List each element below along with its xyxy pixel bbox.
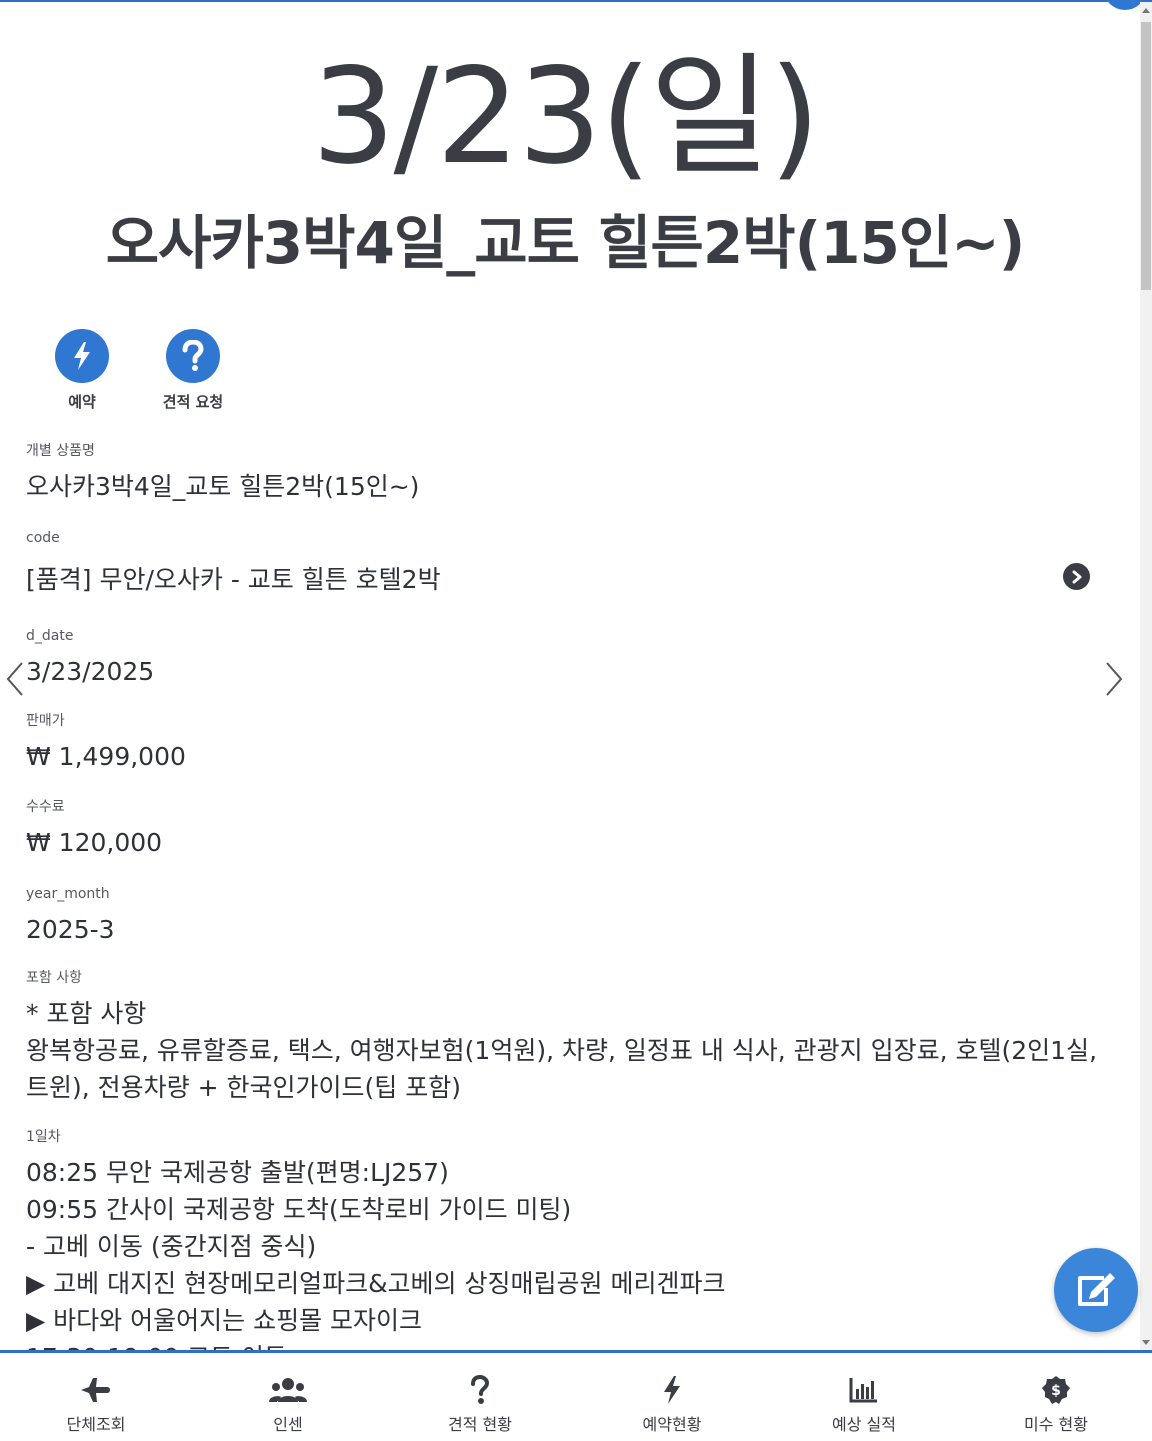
tab-reservation-status[interactable]: 예약현황 [576,1353,768,1441]
field-sale-price: 판매가 ₩ 1,499,000 [26,712,1106,775]
field-day-1: 1일차 08:25 무안 국제공항 출발(편명:LJ257) 09:55 간사이… [26,1128,1106,1350]
field-label: year_month [26,886,110,902]
quote-request-action-button[interactable]: 견적 요청 [138,329,248,412]
question-mark-icon [166,329,220,383]
quote-request-action-label: 견적 요청 [162,393,224,411]
field-value[interactable]: [품격] 무안/오사카 - 교토 힐튼 호텔2박 [26,561,1106,598]
tab-label: 견적 현황 [448,1415,512,1434]
reserve-action-button[interactable]: 예약 [27,329,137,412]
scrollbar-thumb[interactable] [1141,22,1151,290]
lightning-bolt-icon [664,1376,680,1404]
question-mark-icon [471,1375,490,1404]
airplane-icon [81,1378,110,1402]
tab-quote-status[interactable]: 견적 현황 [384,1353,576,1441]
tab-label: 인센 [273,1415,303,1434]
tab-label: 예약현황 [642,1415,702,1434]
field-label: code [26,530,60,546]
lightning-bolt-icon [55,329,109,383]
tab-group-search[interactable]: 단체조회 [0,1353,192,1441]
bar-chart-icon [849,1378,877,1403]
dollar-badge-icon: $ [1042,1376,1070,1404]
tab-label: 예상 실적 [832,1415,896,1434]
tab-receivables-status[interactable]: $ 미수 현황 [960,1353,1152,1441]
svg-text:$: $ [1051,1383,1061,1399]
vertical-scrollbar[interactable] [1140,2,1152,1350]
detail-content: 3/23(일) 오사카3박4일_교토 힐튼2박(15인~) 예약 견적 요청 개… [0,2,1140,1350]
field-product-name: 개별 상품명 오사카3박4일_교토 힐튼2박(15인~) [26,442,1106,505]
date-heading: 3/23(일) [311,40,821,194]
tab-incentive[interactable]: 인센 [192,1353,384,1441]
field-commission: 수수료 ₩ 120,000 [26,798,1106,861]
tab-label: 단체조회 [66,1415,126,1434]
reserve-action-label: 예약 [68,393,96,411]
field-label: d_date [26,628,74,644]
bottom-navigation: 단체조회 인센 견적 현황 예약현황 예상 실적 $ 미수 현황 [0,1350,1152,1441]
field-label: 포함 사항 [26,970,82,986]
product-title: 오사카3박4일_교토 힐튼2박(15인~) [105,209,1026,277]
previous-record-icon[interactable] [2,659,28,699]
next-record-icon[interactable] [1101,659,1127,699]
field-label: 수수료 [26,799,65,815]
edit-icon [1078,1273,1115,1306]
field-value: 오사카3박4일_교토 힐튼2박(15인~) [26,472,420,501]
field-label: 판매가 [26,713,65,729]
users-icon [269,1378,307,1402]
tab-expected-performance[interactable]: 예상 실적 [768,1353,960,1441]
chevron-right-circle-icon[interactable] [1063,563,1090,590]
field-value: 08:25 무안 국제공항 출발(편명:LJ257) 09:55 간사이 국제공… [26,1158,726,1350]
field-code: code [품격] 무안/오사카 - 교토 힐튼 호텔2박 [26,529,1106,598]
field-label: 개별 상품명 [26,443,95,459]
field-value: 3/23/2025 [26,657,155,686]
scroll-up-icon[interactable] [1142,8,1150,13]
field-value: ₩ 1,499,000 [26,742,186,771]
field-inclusions: 포함 사항 * 포함 사항 왕복항공료, 유류할증료, 택스, 여행자보험(1억… [26,969,1106,1106]
field-label: 1일차 [26,1129,61,1145]
field-d-date: d_date 3/23/2025 [26,627,1106,690]
field-value: ₩ 120,000 [26,828,163,857]
scroll-down-icon[interactable] [1142,1340,1150,1345]
field-value: 2025-3 [26,915,115,944]
field-year-month: year_month 2025-3 [26,885,1106,948]
tab-label: 미수 현황 [1024,1415,1088,1434]
edit-button[interactable] [1054,1248,1138,1332]
field-value: * 포함 사항 왕복항공료, 유류할증료, 택스, 여행자보험(1억원), 차량… [26,999,1098,1102]
